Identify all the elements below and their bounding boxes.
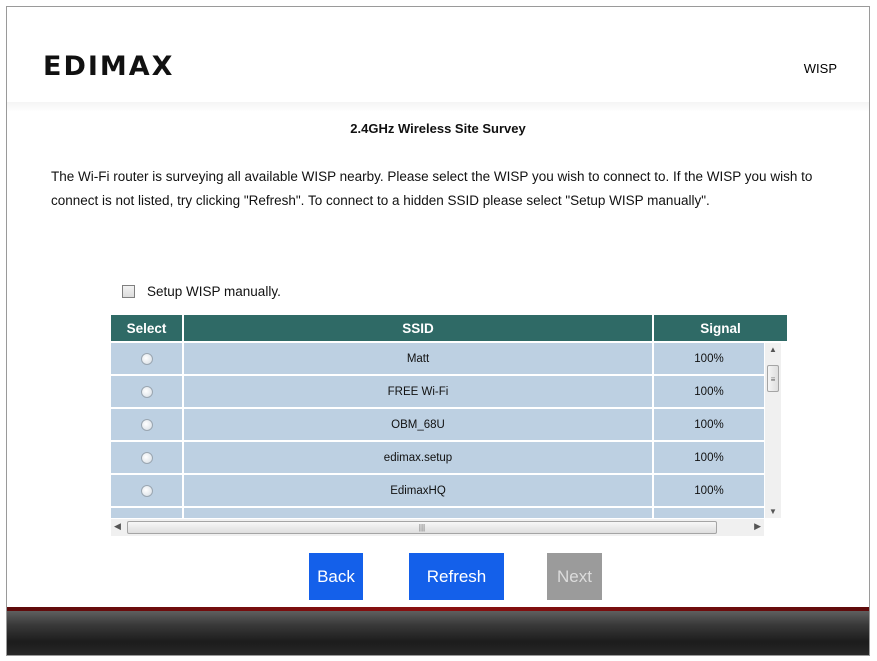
header-divider [7, 102, 869, 112]
column-header-ssid: SSID [184, 315, 654, 341]
refresh-button[interactable]: Refresh [409, 553, 504, 600]
signal-cell: 100% [654, 442, 764, 473]
table-row[interactable]: edimax.setup 100% [111, 442, 764, 473]
table-row[interactable]: OBM_68U 100% [111, 409, 764, 440]
signal-cell: 100% [654, 409, 764, 440]
scroll-up-arrow-icon[interactable]: ▲ [769, 345, 777, 354]
select-cell [111, 475, 184, 506]
next-button: Next [547, 553, 602, 600]
ssid-cell: Matt [184, 343, 654, 374]
setup-manually-option[interactable]: Setup WISP manually. [122, 284, 281, 299]
vertical-scroll-thumb[interactable]: ≡ [767, 365, 779, 392]
table-row[interactable]: FREE Wi-Fi 100% [111, 376, 764, 407]
select-cell [111, 343, 184, 374]
footer-stripe [7, 607, 869, 611]
ssid-cell: EdimaxHQ [184, 475, 654, 506]
signal-cell: 100% [654, 475, 764, 506]
page-title: 2.4GHz Wireless Site Survey [350, 121, 526, 136]
scroll-right-arrow-icon[interactable]: ▶ [754, 521, 761, 532]
select-radio[interactable] [140, 418, 153, 431]
horizontal-scroll-thumb[interactable]: ||| [127, 521, 717, 534]
page-description: The Wi-Fi router is surveying all availa… [51, 169, 813, 208]
scroll-left-arrow-icon[interactable]: ◀ [114, 521, 121, 532]
select-radio[interactable] [140, 352, 153, 365]
column-header-select: Select [111, 315, 184, 341]
table-body: Matt 100% FREE Wi-Fi 100% OBM_68U 100% e… [111, 343, 764, 518]
signal-cell: 100% [654, 343, 764, 374]
signal-cell: 100% [654, 376, 764, 407]
table-row[interactable]: Matt 100% [111, 343, 764, 374]
setup-manually-label: Setup WISP manually. [147, 284, 281, 299]
mode-label: WISP [803, 61, 837, 76]
scroll-down-arrow-icon[interactable]: ▼ [769, 507, 777, 516]
select-radio[interactable] [140, 484, 153, 497]
setup-manually-checkbox[interactable] [122, 285, 135, 298]
ssid-cell: OBM_68U [184, 409, 654, 440]
ssid-cell: edimax.setup [184, 442, 654, 473]
table-row-partial [111, 508, 764, 518]
select-cell [111, 442, 184, 473]
select-radio[interactable] [140, 451, 153, 464]
back-button[interactable]: Back [309, 553, 363, 600]
footer-bar [7, 607, 869, 655]
table-row[interactable]: EdimaxHQ 100% [111, 475, 764, 506]
table-header: Select SSID Signal [111, 315, 787, 341]
select-cell [111, 376, 184, 407]
column-header-signal: Signal [700, 320, 741, 336]
site-survey-table: Select SSID Signal Matt 100% FREE Wi-Fi … [111, 315, 787, 537]
grip-icon: ≡ [770, 375, 776, 384]
horizontal-scrollbar[interactable]: ◀ ||| ▶ [111, 519, 764, 536]
ssid-cell: FREE Wi-Fi [184, 376, 654, 407]
setup-window: EDIMAX WISP 2.4GHz Wireless Site Survey … [6, 6, 870, 656]
vertical-scrollbar[interactable]: ▲ ≡ ▼ [765, 343, 781, 518]
edimax-logo: EDIMAX [43, 51, 175, 82]
select-cell [111, 409, 184, 440]
select-radio[interactable] [140, 385, 153, 398]
